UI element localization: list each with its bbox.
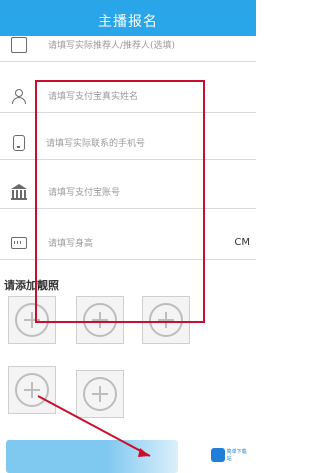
- watermark-logo-icon: [211, 448, 225, 462]
- person-icon: [11, 88, 27, 104]
- watermark-text: 简单下载站: [226, 449, 247, 462]
- referrer-field[interactable]: 请填写实际推荐人/推荐人(选填): [0, 28, 256, 62]
- height-unit: CM: [234, 237, 250, 248]
- phone-icon: [13, 134, 25, 151]
- annotation-highlight-box: [35, 80, 205, 323]
- add-photo-icon: [83, 377, 117, 411]
- page: 主播报名 请填写实际推荐人/推荐人(选填) 请填写支付宝真实姓名 请填写实际联系…: [0, 0, 256, 473]
- submit-button-fade: [106, 440, 196, 473]
- card-icon: [11, 36, 27, 53]
- photo-slot-4[interactable]: [8, 366, 56, 414]
- bank-icon: [11, 183, 27, 200]
- referrer-input[interactable]: 请填写实际推荐人/推荐人(选填): [48, 38, 175, 51]
- photo-slot-5[interactable]: [76, 370, 124, 418]
- add-photo-icon: [15, 373, 49, 407]
- ruler-icon: [11, 236, 27, 249]
- watermark: 简单下载站: [211, 443, 251, 467]
